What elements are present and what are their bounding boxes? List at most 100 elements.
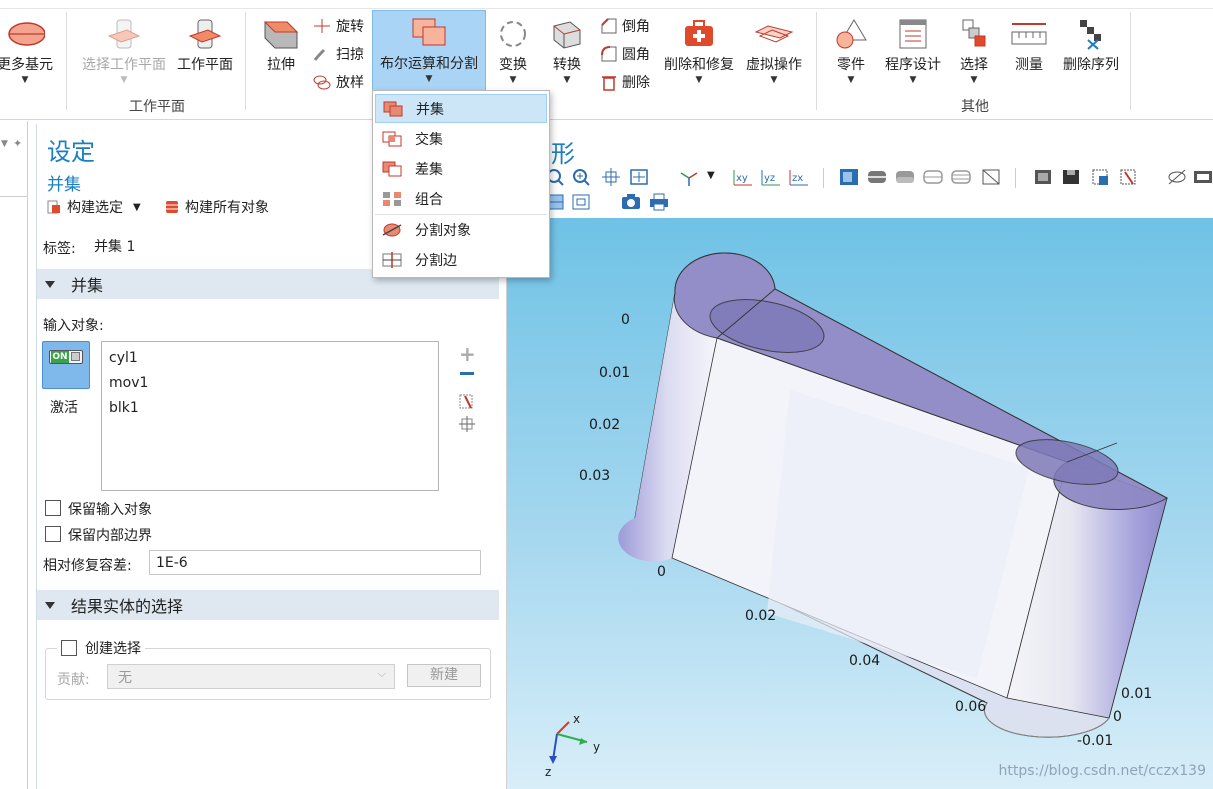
delete-sequence-button[interactable]: 删除序列 xyxy=(1060,18,1122,74)
menu-item-compose[interactable]: 组合 xyxy=(375,184,547,213)
loft-button[interactable]: 放样 xyxy=(312,72,364,92)
chevron-down-icon: ▼ xyxy=(695,75,703,85)
view-axes-icon[interactable] xyxy=(679,168,699,186)
collapse-triangle-icon xyxy=(45,280,55,288)
build-all-button[interactable]: 构建所有对象 xyxy=(165,197,269,217)
difference-icon xyxy=(382,161,402,176)
build-selected-button[interactable]: 构建选定 ▼ xyxy=(47,197,141,217)
union-solid[interactable] xyxy=(618,252,1169,738)
more-primitives-button[interactable]: 更多基元 ▼ xyxy=(0,18,56,85)
sweep-icon xyxy=(313,48,326,61)
workplane-button[interactable]: 工作平面 xyxy=(174,18,236,74)
delete-sequence-icon xyxy=(1080,20,1101,50)
triad-z-label: z xyxy=(545,765,552,779)
measure-button[interactable]: 测量 xyxy=(1006,18,1052,74)
chevron-down-icon[interactable]: ▼ xyxy=(707,170,715,181)
sweep-button[interactable]: 扫掠 xyxy=(312,44,364,64)
yz-plane-icon[interactable]: yz xyxy=(761,168,781,186)
wireframe-toggle-icon[interactable] xyxy=(839,168,859,186)
svg-text:zx: zx xyxy=(792,173,803,184)
chamfer-button[interactable]: 倒角 xyxy=(600,16,650,36)
print-icon[interactable] xyxy=(649,193,669,211)
menu-item-intersection[interactable]: 交集 xyxy=(375,124,547,153)
chevron-down-icon[interactable]: ▼ xyxy=(133,202,141,213)
union-icon xyxy=(383,101,403,116)
remove-icon[interactable] xyxy=(460,372,474,375)
contribute-caption: 贡献: xyxy=(57,672,90,688)
geometry-canvas[interactable] xyxy=(507,218,1213,789)
transforms-button[interactable]: 变换 ▼ xyxy=(492,18,534,85)
scene-light-icon[interactable] xyxy=(867,168,887,186)
workplane-group-label: 工作平面 xyxy=(129,99,185,115)
menu-item-partition-edges[interactable]: 分割边 xyxy=(375,245,547,274)
zoom-selected-icon[interactable] xyxy=(601,168,621,186)
input-objects-list[interactable]: cyl1 mov1 blk1 xyxy=(101,341,439,491)
keep-interior-checkbox[interactable] xyxy=(45,526,61,542)
create-selection-control[interactable]: 创建选择 xyxy=(57,638,145,658)
select-workplane-button[interactable]: 选择工作平面 ▼ xyxy=(78,18,170,85)
extrude-button[interactable]: 拉伸 xyxy=(258,18,304,74)
defeaturing-button[interactable]: 削除和修复 ▼ xyxy=(660,18,738,85)
hide-axes-icon[interactable] xyxy=(981,168,1001,186)
graphics-viewport[interactable]: 0 0.01 0.02 0.03 0 0.02 0.04 0.06 0.01 0… xyxy=(507,218,1213,789)
axis-tick-label: 0.02 xyxy=(745,608,777,624)
label-field[interactable]: 并集 1 xyxy=(87,232,377,260)
feature-subtitle: 并集 xyxy=(47,175,81,195)
zx-plane-icon[interactable]: zx xyxy=(789,168,809,186)
keep-input-checkbox[interactable] xyxy=(45,500,61,516)
revolve-button[interactable]: 旋转 xyxy=(312,16,364,36)
dropdown-arrow-icon[interactable]: ▼ xyxy=(1,139,8,149)
create-selection-checkbox[interactable] xyxy=(61,640,77,656)
axis-tick-label: 0.06 xyxy=(955,699,987,715)
show-icon[interactable] xyxy=(1193,168,1213,186)
svg-text:yz: yz xyxy=(764,173,775,184)
select-boundary-icon[interactable] xyxy=(1033,168,1053,186)
booleans-partitions-button[interactable]: 布尔运算和分割 ▼ xyxy=(372,10,486,92)
new-button[interactable]: 新建 xyxy=(407,664,481,687)
repair-tolerance-field[interactable]: 1E-6 xyxy=(149,550,481,575)
transform-icon xyxy=(500,21,526,47)
delete-button[interactable]: 删除 xyxy=(600,72,650,92)
menu-item-difference[interactable]: 差集 xyxy=(375,154,547,183)
deselect-icon[interactable] xyxy=(1119,168,1139,186)
build-all-icon xyxy=(166,201,178,213)
conversions-button[interactable]: 转换 ▼ xyxy=(546,18,588,85)
zoom-extents-icon[interactable] xyxy=(629,168,649,186)
activate-toggle[interactable]: ON xyxy=(42,341,90,389)
zoom-to-selection-icon[interactable] xyxy=(459,416,475,432)
other-group-label: 其他 xyxy=(961,99,989,115)
hide-icon[interactable] xyxy=(1167,168,1187,186)
xy-plane-icon[interactable]: xy xyxy=(733,168,753,186)
render-mode-icon[interactable] xyxy=(923,168,943,186)
menu-item-union[interactable]: 并集 xyxy=(375,94,547,123)
virtual-operations-button[interactable]: 虚拟操作 ▼ xyxy=(742,18,806,85)
menu-item-partition-objects[interactable]: 分割对象 xyxy=(375,215,547,244)
transparency-icon[interactable] xyxy=(895,168,915,186)
extrude-icon xyxy=(263,21,299,49)
select-domain-icon[interactable] xyxy=(1061,168,1081,186)
section-result-selection-header[interactable]: 结果实体的选择 xyxy=(37,590,499,620)
add-icon[interactable]: + xyxy=(459,342,476,366)
zoom-in-icon[interactable] xyxy=(571,168,591,186)
programming-button[interactable]: 程序设计 ▼ xyxy=(880,18,946,85)
selection-icon xyxy=(962,19,986,47)
camera-icon[interactable] xyxy=(621,193,641,211)
repair-tolerance-caption: 相对修复容差: xyxy=(43,558,132,574)
list-item[interactable]: mov1 xyxy=(109,371,148,396)
pin-icon[interactable]: ✦ xyxy=(13,137,22,150)
axis-tick-label: 0.04 xyxy=(849,653,881,669)
keep-interior-label: 保留内部边界 xyxy=(68,528,152,544)
grid-toggle-icon[interactable] xyxy=(951,168,971,186)
axis-tick-label: 0.02 xyxy=(589,417,621,433)
contribute-select[interactable]: 无 ⌵ xyxy=(107,664,395,689)
list-item[interactable]: blk1 xyxy=(109,396,139,421)
chevron-down-icon: ⌵ xyxy=(377,667,386,680)
settings-title: 设定 xyxy=(47,138,95,166)
clear-selection-icon[interactable] xyxy=(459,392,475,410)
parts-button[interactable]: 零件 ▼ xyxy=(830,18,872,85)
list-item[interactable]: cyl1 xyxy=(109,346,138,371)
view-grid-icon[interactable] xyxy=(571,193,591,211)
selections-button[interactable]: 选择 ▼ xyxy=(954,18,994,85)
fillet-button[interactable]: 圆角 xyxy=(600,44,650,64)
select-box-icon[interactable] xyxy=(1091,168,1111,186)
